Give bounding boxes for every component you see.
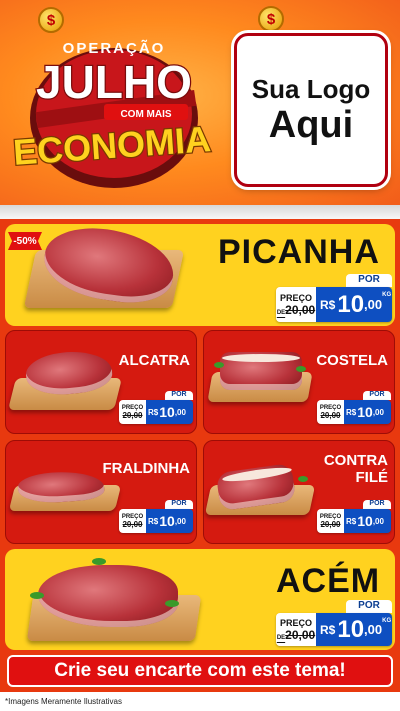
por-label: POR (346, 274, 392, 287)
price-dec: ,00 (372, 516, 384, 526)
coin-icon: $ (258, 6, 284, 32)
badge-line1: OPERAÇÃO (63, 39, 166, 57)
badge-line3: COM MAIS (120, 109, 171, 120)
price-dec: ,00 (372, 407, 384, 417)
product-name: CONTRA FILÉ (324, 452, 388, 487)
garnish-icon (92, 558, 106, 565)
logo-placeholder[interactable]: Sua Logo Aqui (234, 33, 388, 187)
preco-label: PREÇO (279, 617, 312, 628)
old-price: DE20,00 (276, 302, 316, 317)
por-label: POR (165, 500, 193, 509)
por-label: POR (346, 600, 392, 613)
currency: R$ (346, 407, 357, 417)
cta-banner[interactable]: Crie seu encarte com este tema! (7, 655, 393, 687)
price-int: 10 (159, 404, 175, 420)
product-name: ACÉM (276, 562, 381, 600)
product-name-line2: FILÉ (355, 469, 389, 487)
unit-label: KG (382, 292, 392, 298)
old-price: 20,00 (320, 410, 341, 420)
fat-layer (222, 354, 300, 362)
por-label: POR (363, 500, 391, 509)
price-dec: ,00 (174, 407, 186, 417)
price-int: 10 (337, 615, 365, 643)
acem-image (38, 565, 178, 627)
currency: R$ (320, 297, 336, 312)
por-label: POR (363, 391, 391, 400)
product-name: FRALDINHA (102, 460, 191, 477)
currency: R$ (346, 516, 357, 526)
discount-badge: -50% (8, 232, 42, 250)
price-tag: POR PREÇO 20,00 R$ 10 ,00 (119, 391, 193, 424)
price-int: 10 (159, 513, 175, 529)
price-int: 10 (357, 513, 373, 529)
unit-label: KG (382, 618, 392, 624)
price-tag: POR PREÇO DE20,00 R$ 10 ,00 KG (276, 600, 392, 646)
price-int: 10 (357, 404, 373, 420)
price-dec: ,00 (174, 516, 186, 526)
garnish-icon (30, 592, 44, 599)
garnish-icon (165, 600, 179, 607)
currency: R$ (148, 407, 159, 417)
logo-text-line2: Aqui (268, 103, 354, 146)
garnish-icon (296, 366, 306, 372)
por-label: POR (165, 391, 193, 400)
product-name: ALCATRA (118, 352, 190, 369)
old-price: 20,00 (122, 410, 143, 420)
price-tag: POR PREÇO DE20,00 R$ 10 ,00 KG (276, 274, 392, 322)
logo-text-line1: Sua Logo (251, 73, 371, 104)
old-price: 20,00 (320, 519, 341, 529)
price-tag: POR PREÇO 20,00 R$ 10 ,00 (317, 391, 391, 424)
header-divider (0, 205, 400, 219)
price-tag: POR PREÇO 20,00 R$ 10 ,00 (119, 500, 193, 533)
garnish-icon (298, 476, 308, 482)
badge-line2: JULHO (36, 56, 192, 108)
price-dec: ,00 (364, 297, 383, 312)
product-name-line1: CONTRA (323, 452, 388, 469)
disclaimer: *Imagens Meramente Ilustrativas (0, 692, 400, 711)
price-int: 10 (337, 290, 365, 318)
garnish-icon (214, 362, 224, 368)
product-name: COSTELA (316, 352, 388, 369)
campaign-badge: OPERAÇÃO JULHO COM MAIS ECONOMIA (11, 39, 213, 188)
price-dec: ,00 (364, 622, 383, 637)
currency: R$ (148, 516, 159, 526)
product-name: PICANHA (218, 233, 380, 271)
old-price: 20,00 (122, 519, 143, 529)
old-price: DE20,00 (276, 627, 316, 642)
price-tag: POR PREÇO 20,00 R$ 10 ,00 (317, 500, 391, 533)
header-banner: $ $ OPERAÇÃO JULHO COM MAIS ECONOMIA Sua… (0, 0, 400, 212)
currency: R$ (320, 622, 336, 637)
preco-label: PREÇO (279, 292, 312, 303)
